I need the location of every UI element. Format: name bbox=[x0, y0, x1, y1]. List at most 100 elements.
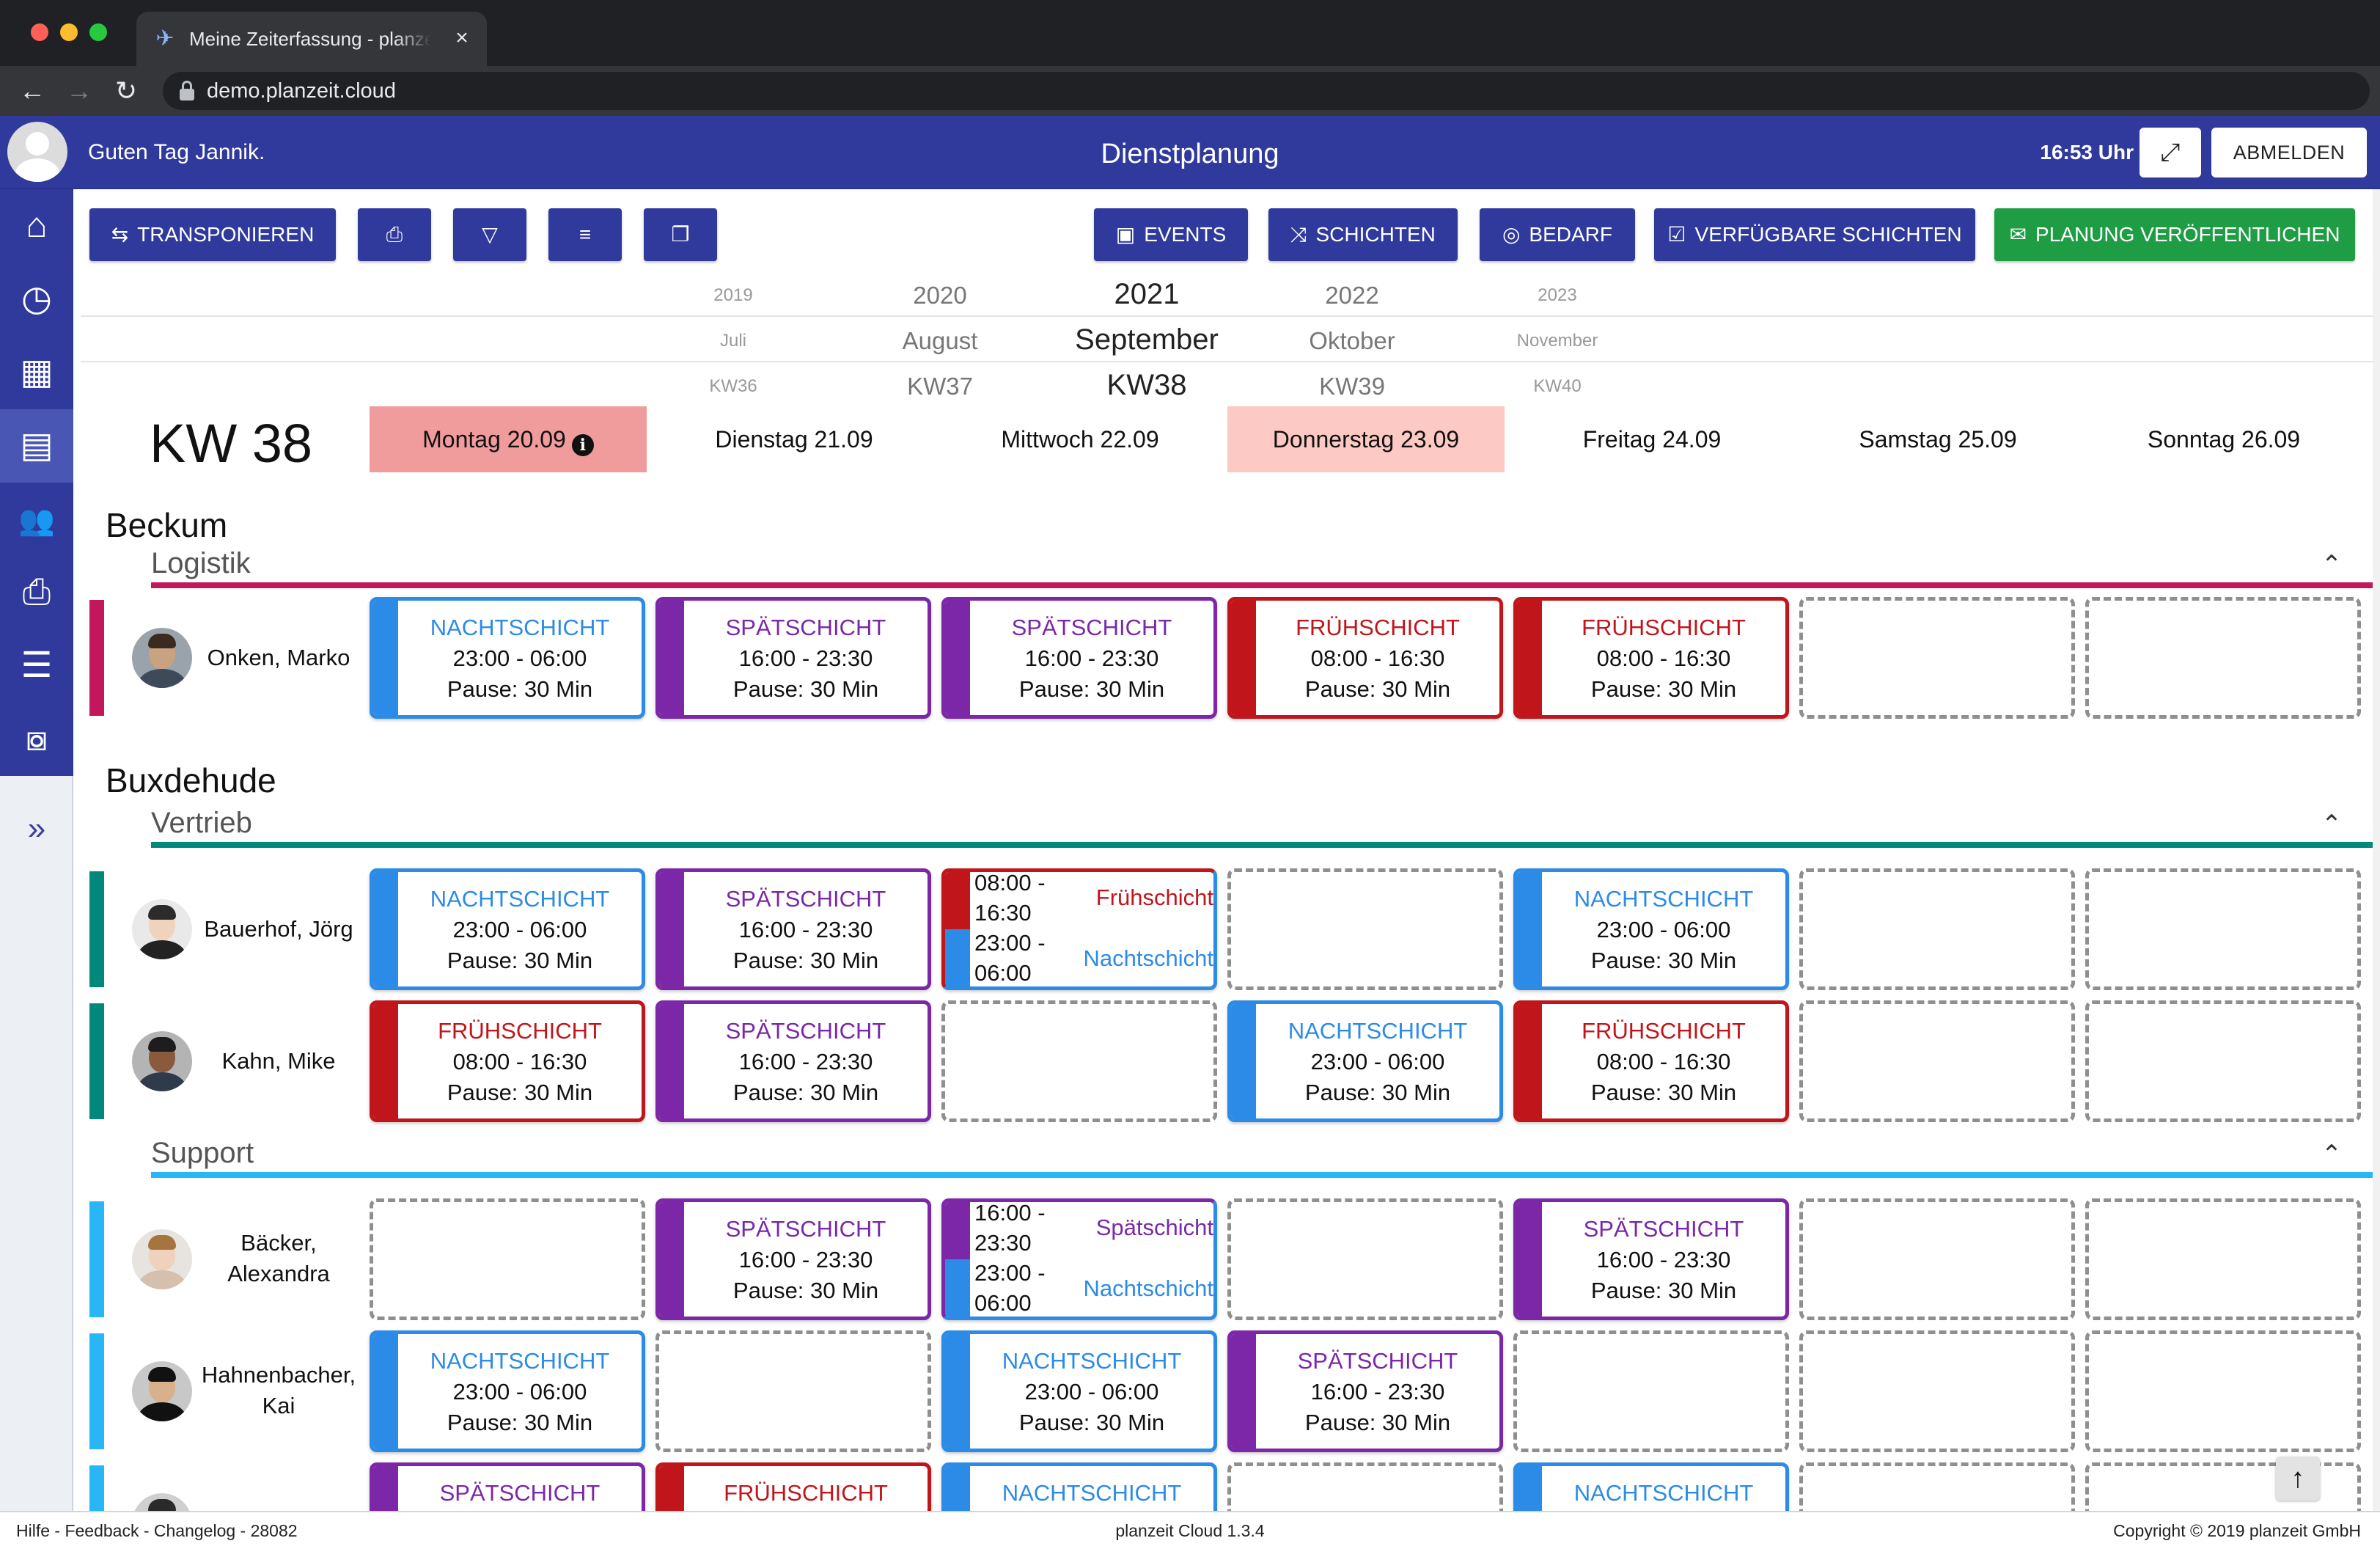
shift-card[interactable]: SPÄTSCHICHT 16:00 - 23:30 Pause: 30 Min bbox=[655, 1198, 931, 1320]
back-icon[interactable]: ← bbox=[16, 75, 48, 107]
available-shifts-button[interactable]: ☑ VERFÜGBARE SCHICHTEN bbox=[1654, 208, 1975, 261]
transpose-button[interactable]: ⇆ TRANSPONIEREN bbox=[89, 208, 336, 261]
wheel-year[interactable]: 2023 bbox=[1477, 277, 1638, 314]
browser-tab[interactable]: ✈ Meine Zeiterfassung - planzeit × bbox=[136, 12, 487, 66]
shift-card[interactable]: SPÄTSCHICHT 16:00 - 23:30 Pause: 30 Min bbox=[1227, 1330, 1503, 1452]
wheel-year[interactable]: 2021 bbox=[1066, 276, 1227, 312]
shift-card[interactable]: SPÄTSCHICHT 16:00 - 23:30 Pause: 30 Min bbox=[655, 1000, 931, 1122]
employee-name[interactable]: Hahnenbacher, bbox=[192, 1360, 365, 1391]
wheel-week[interactable]: KW40 bbox=[1477, 368, 1638, 405]
shift-card[interactable]: SPÄTSCHICHT 16:00 - 23:30 Pause: 30 Min bbox=[655, 868, 931, 990]
day-header-2[interactable]: Dienstag 21.09 bbox=[655, 406, 933, 472]
sidebar-item-calendar[interactable]: ▦ bbox=[0, 336, 73, 409]
wheel-month[interactable]: September bbox=[1066, 321, 1227, 358]
day-header-1[interactable]: Montag 20.09 i bbox=[370, 406, 647, 472]
empty-shift-slot[interactable] bbox=[1799, 868, 2075, 990]
empty-shift-slot[interactable] bbox=[2085, 1000, 2361, 1122]
empty-shift-slot[interactable] bbox=[2085, 1198, 2361, 1320]
sidebar-expand-button[interactable]: » bbox=[0, 792, 73, 865]
shift-card[interactable]: FRÜHSCHICHT 08:00 - 16:30 Pause: 30 Min bbox=[1513, 597, 1789, 719]
period-selector[interactable]: 2019 2020 2021 2022 2023 Juli August September O… bbox=[81, 271, 2380, 408]
wheel-week[interactable]: KW39 bbox=[1271, 368, 1433, 405]
sidebar-item-time-tracking[interactable]: ◷ bbox=[0, 263, 73, 336]
window-close-button[interactable] bbox=[31, 23, 48, 41]
wheel-month[interactable]: Juli bbox=[653, 323, 814, 359]
sidebar-item-print[interactable]: ⎙ bbox=[0, 556, 73, 629]
sidebar-item-planning[interactable]: ▤ bbox=[0, 409, 73, 483]
collapse-button[interactable]: ⌃ bbox=[2315, 1138, 2348, 1171]
empty-shift-slot[interactable] bbox=[1799, 1198, 2075, 1320]
filter-button[interactable]: ▽ bbox=[453, 208, 526, 261]
employee-name[interactable]: Onken, Marko bbox=[192, 642, 365, 673]
day-header-3[interactable]: Mittwoch 22.09 bbox=[941, 406, 1219, 472]
footer-links[interactable]: Hilfe - Feedback - Changelog - 28082 bbox=[16, 1512, 298, 1549]
wheel-month[interactable]: November bbox=[1477, 323, 1638, 359]
content-scrollbar[interactable] bbox=[2373, 189, 2380, 1511]
logout-button[interactable]: ABMELDEN bbox=[2211, 128, 2367, 177]
list-button[interactable]: ≡ bbox=[548, 208, 622, 261]
split-shift-card[interactable]: 08:00 - 16:30 Frühschicht 23:00 - 06:00 Nacht… bbox=[941, 868, 1217, 990]
copy-button[interactable]: ❐ bbox=[644, 208, 717, 261]
user-avatar[interactable] bbox=[7, 122, 67, 182]
employee-name[interactable]: Kai bbox=[192, 1391, 365, 1421]
shift-card[interactable]: NACHTSCHICHT 23:00 - 06:00 Pause: 30 Min bbox=[370, 868, 645, 990]
scroll-to-top-button[interactable]: ↑ bbox=[2276, 1457, 2320, 1501]
fullscreen-button[interactable]: ⤢ bbox=[2140, 128, 2201, 177]
split-shift-card[interactable]: 16:00 - 23:30 Spätschicht 23:00 - 06:00 Nacht… bbox=[941, 1198, 1217, 1320]
empty-shift-slot[interactable] bbox=[1799, 597, 2075, 719]
tab-close-icon[interactable]: × bbox=[449, 25, 475, 51]
wheel-week[interactable]: KW36 bbox=[653, 368, 814, 405]
print-button[interactable]: ⎙ bbox=[358, 208, 431, 261]
address-bar[interactable]: demo.planzeit.cloud bbox=[163, 72, 2370, 110]
day-header-6[interactable]: Samstag 25.09 bbox=[1799, 406, 2076, 472]
empty-shift-slot[interactable] bbox=[370, 1198, 645, 1320]
collapse-button[interactable]: ⌃ bbox=[2315, 808, 2348, 841]
collapse-button[interactable]: ⌃ bbox=[2315, 549, 2348, 581]
sidebar-item-home[interactable]: ⌂ bbox=[0, 189, 73, 263]
empty-shift-slot[interactable] bbox=[941, 1000, 1217, 1122]
employee-name[interactable]: Kahn, Mike bbox=[192, 1046, 365, 1077]
wheel-year[interactable]: 2022 bbox=[1271, 277, 1433, 314]
window-minimize-button[interactable] bbox=[60, 23, 78, 41]
wheel-month[interactable]: August bbox=[859, 323, 1021, 359]
employee-name[interactable]: Alexandra bbox=[192, 1259, 365, 1289]
day-header-7[interactable]: Sonntag 26.09 bbox=[2085, 406, 2362, 472]
shift-card[interactable]: FRÜHSCHICHT 08:00 - 16:30 Pause: 30 Min bbox=[370, 1000, 645, 1122]
empty-shift-slot[interactable] bbox=[2085, 868, 2361, 990]
shift-card[interactable]: NACHTSCHICHT 23:00 - 06:00 Pause: 30 Min bbox=[370, 1330, 645, 1452]
empty-shift-slot[interactable] bbox=[1227, 1198, 1503, 1320]
sidebar-item-settings[interactable]: ☰ bbox=[0, 629, 73, 703]
employee-name[interactable]: Bauerhof, Jörg bbox=[192, 914, 365, 945]
shift-card[interactable]: SPÄTSCHICHT 16:00 - 23:30 Pause: 30 Min bbox=[941, 597, 1217, 719]
window-zoom-button[interactable] bbox=[89, 23, 107, 41]
wheel-year[interactable]: 2020 bbox=[859, 277, 1021, 314]
shift-card[interactable]: NACHTSCHICHT 23:00 - 06:00 Pause: 30 Min bbox=[1227, 1000, 1503, 1122]
empty-shift-slot[interactable] bbox=[1799, 1330, 2075, 1452]
shift-card[interactable]: SPÄTSCHICHT 16:00 - 23:30 Pause: 30 Min bbox=[1513, 1198, 1789, 1320]
shifts-button[interactable]: ⤨ SCHICHTEN bbox=[1268, 208, 1458, 261]
info-icon[interactable]: i bbox=[571, 434, 594, 456]
shift-card[interactable]: FRÜHSCHICHT 08:00 - 16:30 Pause: 30 Min bbox=[1227, 597, 1503, 719]
publish-plan-button[interactable]: ✉ PLANUNG VERÖFFENTLICHEN bbox=[1994, 208, 2355, 261]
empty-shift-slot[interactable] bbox=[655, 1330, 931, 1452]
shift-card[interactable]: SPÄTSCHICHT 16:00 - 23:30 Pause: 30 Min bbox=[655, 597, 931, 719]
wheel-month[interactable]: Oktober bbox=[1271, 323, 1433, 359]
shift-card[interactable]: FRÜHSCHICHT 08:00 - 16:30 Pause: 30 Min bbox=[1513, 1000, 1789, 1122]
wheel-week[interactable]: KW37 bbox=[859, 368, 1021, 405]
wheel-year[interactable]: 2019 bbox=[653, 277, 814, 314]
shift-card[interactable]: NACHTSCHICHT 23:00 - 06:00 Pause: 30 Min bbox=[941, 1330, 1217, 1452]
sidebar-item-terminal[interactable]: ⧇ bbox=[0, 703, 73, 776]
events-button[interactable]: ▣ EVENTS bbox=[1094, 208, 1248, 261]
forward-icon[interactable]: → bbox=[63, 75, 95, 107]
reload-icon[interactable]: ↻ bbox=[110, 75, 142, 107]
empty-shift-slot[interactable] bbox=[1513, 1330, 1789, 1452]
day-header-4[interactable]: Donnerstag 23.09 bbox=[1227, 406, 1505, 472]
shift-card[interactable]: NACHTSCHICHT 23:00 - 06:00 Pause: 30 Min bbox=[370, 597, 645, 719]
employee-name[interactable]: Bäcker, bbox=[192, 1228, 365, 1259]
day-header-5[interactable]: Freitag 24.09 bbox=[1513, 406, 1790, 472]
sidebar-item-users[interactable]: 👥 bbox=[0, 483, 73, 556]
empty-shift-slot[interactable] bbox=[1799, 1000, 2075, 1122]
empty-shift-slot[interactable] bbox=[2085, 1330, 2361, 1452]
empty-shift-slot[interactable] bbox=[2085, 597, 2361, 719]
demand-button[interactable]: ◎ BEDARF bbox=[1480, 208, 1635, 261]
